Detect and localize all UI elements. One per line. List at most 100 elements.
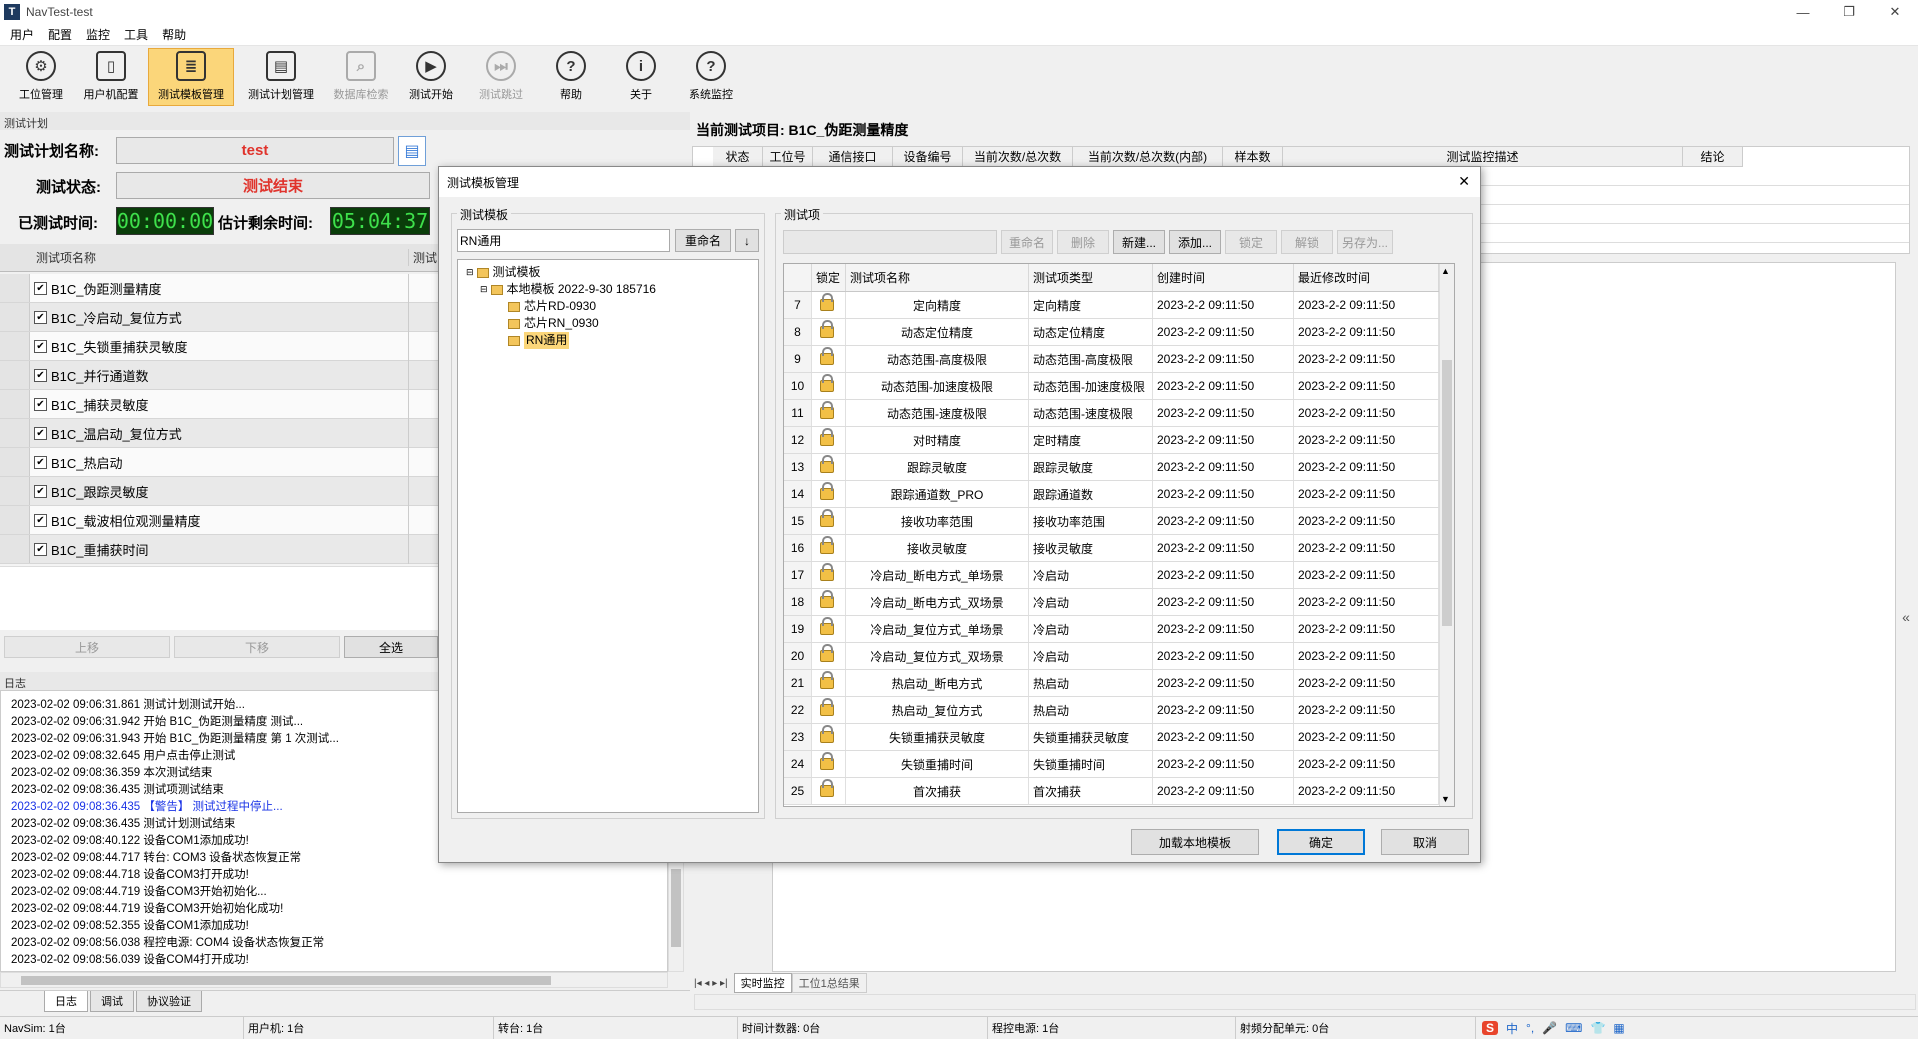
test-item-row[interactable]: ✔ B1C_冷启动_复位方式: [0, 302, 438, 332]
test-item-table-row[interactable]: 16 接收灵敏度 接收灵敏度 2023-2-2 09:11:50 2023-2-2 09…: [784, 535, 1454, 562]
tree-node-rd0930[interactable]: 芯片RD-0930: [466, 298, 750, 315]
test-item-checkbox[interactable]: ✔: [34, 368, 47, 382]
right-horizontal-scrollbar[interactable]: [694, 994, 1916, 1010]
test-item-table-row[interactable]: 25 首次捕获 首次捕获 2023-2-2 09:11:50 2023-2-2 09:1…: [784, 778, 1454, 805]
sort-template-button[interactable]: ↓: [735, 229, 759, 252]
ime-icon-1[interactable]: °,: [1526, 1021, 1534, 1035]
test-item-table-row[interactable]: 15 接收功率范围 接收功率范围 2023-2-2 09:11:50 2023-2-2 …: [784, 508, 1454, 535]
ime-icon-3[interactable]: ⌨: [1565, 1021, 1582, 1035]
tab-station1-results[interactable]: 工位1总结果: [791, 973, 867, 993]
open-plan-file-icon[interactable]: ▤: [398, 136, 426, 166]
restore-button[interactable]: ❐: [1826, 0, 1872, 24]
toolbar-skip-button[interactable]: ⏭ 测试跳过: [468, 48, 534, 106]
test-item-button-5[interactable]: 解锁: [1281, 230, 1333, 254]
test-item-table-row[interactable]: 12 对时精度 定时精度 2023-2-2 09:11:50 2023-2-2 09:1…: [784, 427, 1454, 454]
test-item-checkbox[interactable]: ✔: [34, 484, 47, 498]
test-item-button-6[interactable]: 另存为...: [1337, 230, 1393, 254]
ime-icon-2[interactable]: 🎤: [1542, 1021, 1557, 1035]
toolbar-play-button[interactable]: ▶ 测试开始: [398, 48, 464, 106]
move-up-button[interactable]: 上移: [4, 636, 170, 658]
test-item-button-0[interactable]: 重命名: [1001, 230, 1053, 254]
test-item-table-row[interactable]: 19 冷启动_复位方式_单场景 冷启动 2023-2-2 09:11:50 2023-2…: [784, 616, 1454, 643]
ime-logo-icon[interactable]: S: [1482, 1021, 1499, 1035]
menu-user[interactable]: 用户: [10, 26, 34, 43]
toolbar-help-button[interactable]: ? 帮助: [538, 48, 604, 106]
test-item-row[interactable]: ✔ B1C_伪距测量精度: [0, 273, 438, 303]
scroll-down-icon[interactable]: ▼: [1441, 794, 1450, 804]
test-item-table-row[interactable]: 10 动态范围-加速度极限 动态范围-加速度极限 2023-2-2 09:11:50 2…: [784, 373, 1454, 400]
tab-realtime-monitor[interactable]: 实时监控: [733, 973, 792, 993]
test-item-name-input[interactable]: [783, 230, 997, 254]
tree-node-rn0930[interactable]: 芯片RN_0930: [466, 315, 750, 332]
test-item-row[interactable]: ✔ B1C_热启动: [0, 447, 438, 477]
log-tab-2[interactable]: 协议验证: [136, 991, 202, 1012]
cancel-button[interactable]: 取消: [1381, 829, 1469, 855]
test-item-table-row[interactable]: 14 跟踪通道数_PRO 跟踪通道数 2023-2-2 09:11:50 2023-2-…: [784, 481, 1454, 508]
log-horizontal-scrollbar[interactable]: [0, 972, 668, 988]
toolbar-database-search-button[interactable]: ⌕ 数据库检索: [328, 48, 394, 106]
test-item-row[interactable]: ✔ B1C_并行通道数: [0, 360, 438, 390]
select-all-button[interactable]: 全选: [344, 636, 438, 658]
test-item-table-row[interactable]: 23 失锁重捕获灵敏度 失锁重捕获灵敏度 2023-2-2 09:11:50 2023-…: [784, 724, 1454, 751]
test-item-checkbox[interactable]: ✔: [34, 397, 47, 411]
test-item-button-4[interactable]: 锁定: [1225, 230, 1277, 254]
menu-monitor[interactable]: 监控: [86, 26, 110, 43]
collapse-panel-icon[interactable]: «: [1896, 262, 1916, 972]
test-item-checkbox[interactable]: ✔: [34, 426, 47, 440]
test-item-table-row[interactable]: 13 跟踪灵敏度 跟踪灵敏度 2023-2-2 09:11:50 2023-2-2 09…: [784, 454, 1454, 481]
log-tab-0[interactable]: 日志: [44, 991, 88, 1012]
test-item-button-2[interactable]: 新建...: [1113, 230, 1165, 254]
load-local-template-button[interactable]: 加载本地模板: [1131, 829, 1259, 855]
test-item-checkbox[interactable]: ✔: [34, 455, 47, 469]
toolbar-template-button[interactable]: ≣ 测试模板管理: [148, 48, 234, 106]
toolbar-system-monitor-button[interactable]: ? 系统监控: [678, 48, 744, 106]
ime-icon-4[interactable]: 👕: [1590, 1021, 1605, 1035]
menu-help[interactable]: 帮助: [162, 26, 186, 43]
test-item-table-row[interactable]: 18 冷启动_断电方式_双场景 冷启动 2023-2-2 09:11:50 2023-2…: [784, 589, 1454, 616]
test-item-row[interactable]: ✔ B1C_失锁重捕获灵敏度: [0, 331, 438, 361]
test-item-table-row[interactable]: 21 热启动_断电方式 热启动 2023-2-2 09:11:50 2023-2-2 0…: [784, 670, 1454, 697]
test-item-row[interactable]: ✔ B1C_跟踪灵敏度: [0, 476, 438, 506]
template-name-input[interactable]: RN通用: [457, 229, 670, 252]
minimize-button[interactable]: —: [1780, 0, 1826, 24]
move-down-button[interactable]: 下移: [174, 636, 340, 658]
table-vertical-scrollbar[interactable]: ▲ ▼: [1439, 264, 1454, 806]
ime-icon-5[interactable]: ▦: [1613, 1021, 1624, 1035]
menu-config[interactable]: 配置: [48, 26, 72, 43]
toolbar-info-button[interactable]: i 关于: [608, 48, 674, 106]
toolbar-plan-button[interactable]: ▤ 测试计划管理: [238, 48, 324, 106]
toolbar-gear-button[interactable]: ⚙ 工位管理: [8, 48, 74, 106]
toolbar-phone-settings-button[interactable]: ▯ 用户机配置: [78, 48, 144, 106]
test-item-row[interactable]: ✔ B1C_重捕获时间: [0, 534, 438, 564]
tree-node-local[interactable]: ⊟ 本地模板 2022-9-30 185716: [466, 281, 750, 298]
log-tab-1[interactable]: 调试: [90, 991, 134, 1012]
test-item-button-3[interactable]: 添加...: [1169, 230, 1221, 254]
dialog-close-button[interactable]: ✕: [1458, 173, 1470, 190]
tree-node-root[interactable]: ⊟ 测试模板: [466, 264, 750, 281]
test-item-table-row[interactable]: 7 定向精度 定向精度 2023-2-2 09:11:50 2023-2-2 09:11…: [784, 292, 1454, 319]
test-item-checkbox[interactable]: ✔: [34, 542, 47, 556]
test-item-checkbox[interactable]: ✔: [34, 339, 47, 353]
test-item-table-row[interactable]: 24 失锁重捕时间 失锁重捕时间 2023-2-2 09:11:50 2023-2-2 …: [784, 751, 1454, 778]
test-item-row[interactable]: ✔ B1C_温启动_复位方式: [0, 418, 438, 448]
rename-template-button[interactable]: 重命名: [675, 229, 731, 252]
test-item-row[interactable]: ✔ B1C_载波相位观测量精度: [0, 505, 438, 535]
test-item-table-row[interactable]: 9 动态范围-高度极限 动态范围-高度极限 2023-2-2 09:11:50 2023…: [784, 346, 1454, 373]
test-item-checkbox[interactable]: ✔: [34, 513, 47, 527]
test-item-table-row[interactable]: 22 热启动_复位方式 热启动 2023-2-2 09:11:50 2023-2-2 0…: [784, 697, 1454, 724]
ime-icon-0[interactable]: 中: [1506, 1020, 1518, 1037]
ok-button[interactable]: 确定: [1277, 829, 1365, 855]
test-item-table-row[interactable]: 8 动态定位精度 动态定位精度 2023-2-2 09:11:50 2023-2-2 0…: [784, 319, 1454, 346]
tree-node-rn-general[interactable]: RN通用: [466, 332, 750, 349]
test-item-table-row[interactable]: 17 冷启动_断电方式_单场景 冷启动 2023-2-2 09:11:50 2023-2…: [784, 562, 1454, 589]
test-item-button-1[interactable]: 删除: [1057, 230, 1109, 254]
test-item-table-row[interactable]: 20 冷启动_复位方式_双场景 冷启动 2023-2-2 09:11:50 2023-2…: [784, 643, 1454, 670]
close-window-button[interactable]: ✕: [1872, 0, 1918, 24]
tab-nav-icon[interactable]: |◂ ◂ ▸ ▸|: [694, 978, 728, 989]
menu-tools[interactable]: 工具: [124, 26, 148, 43]
test-item-row[interactable]: ✔ B1C_捕获灵敏度: [0, 389, 438, 419]
test-item-table-row[interactable]: 11 动态范围-速度极限 动态范围-速度极限 2023-2-2 09:11:50 202…: [784, 400, 1454, 427]
test-item-checkbox[interactable]: ✔: [34, 281, 47, 295]
scroll-up-icon[interactable]: ▲: [1441, 266, 1450, 276]
test-item-checkbox[interactable]: ✔: [34, 310, 47, 324]
